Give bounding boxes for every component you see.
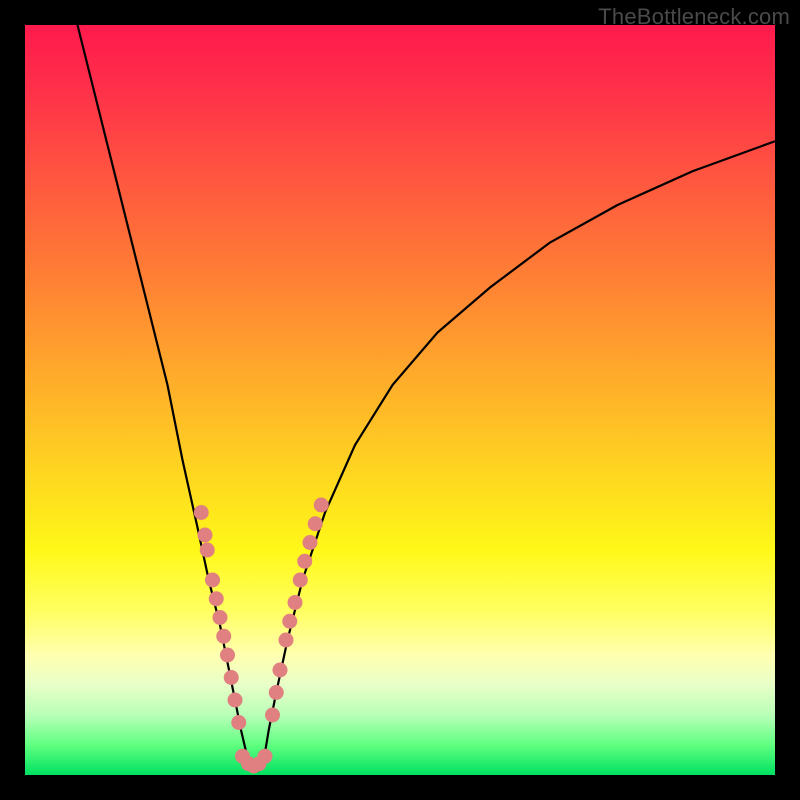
data-marker [314, 498, 329, 513]
data-marker [200, 543, 215, 558]
chart-frame [25, 25, 775, 775]
data-marker [198, 528, 213, 543]
data-marker [279, 633, 294, 648]
data-marker [209, 591, 224, 606]
bottleneck-curve-path [78, 25, 776, 771]
data-marker [308, 516, 323, 531]
curve-layer [78, 25, 776, 771]
data-marker [288, 595, 303, 610]
data-marker [269, 685, 284, 700]
data-marker [293, 573, 308, 588]
data-marker [216, 629, 231, 644]
data-marker [231, 715, 246, 730]
data-marker [303, 535, 318, 550]
data-marker [228, 693, 243, 708]
data-marker [205, 573, 220, 588]
data-marker [194, 505, 209, 520]
marker-layer [194, 498, 329, 774]
data-marker [220, 648, 235, 663]
data-marker [297, 554, 312, 569]
watermark-text: TheBottleneck.com [598, 4, 790, 30]
data-marker [258, 749, 273, 764]
data-marker [224, 670, 239, 685]
data-marker [213, 610, 228, 625]
data-marker [265, 708, 280, 723]
data-marker [273, 663, 288, 678]
data-marker [282, 614, 297, 629]
chart-svg [25, 25, 775, 775]
